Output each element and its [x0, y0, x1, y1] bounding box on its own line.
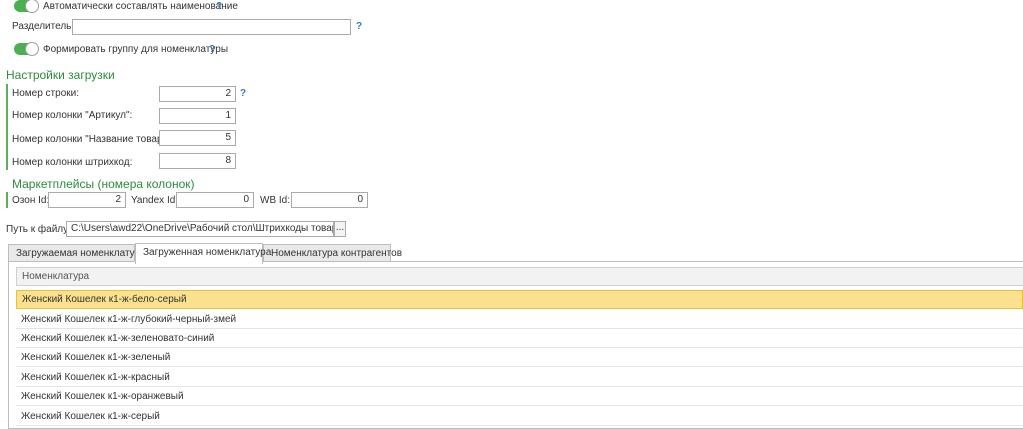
marketplaces-bar [6, 192, 8, 208]
barcode-col-input[interactable]: 8 [159, 153, 236, 169]
ozon-input[interactable]: 2 [48, 192, 126, 208]
wb-label: WB Id: [260, 195, 291, 206]
load-settings-bar [6, 84, 8, 170]
ozon-label: Озон Id: [12, 195, 50, 206]
sku-col-label: Номер колонки "Артикул": [12, 110, 133, 121]
group-toggle[interactable] [14, 42, 39, 56]
nomenclature-table: Номенклатура Женский Кошелек к1-ж-бело-с… [8, 261, 1023, 429]
row-number-input[interactable]: 2 [159, 86, 236, 102]
wb-input[interactable]: 0 [291, 192, 368, 208]
separator-label: Разделитель: [12, 21, 75, 32]
load-settings-title: Настройки загрузки [6, 68, 115, 82]
name-col-input[interactable]: 5 [159, 130, 236, 146]
name-col-label: Номер колонки "Название товара": [12, 134, 175, 145]
barcode-col-label: Номер колонки штрихкод: [12, 157, 133, 168]
group-label: Формировать группу для номенклатуры [43, 44, 229, 55]
file-path-input[interactable]: C:\Users\awd22\OneDrive\Рабочий стол\Штр… [66, 221, 334, 237]
marketplaces-title: Маркетплейсы (номера колонок) [12, 177, 195, 191]
column-header-nomenclature[interactable]: Номенклатура [16, 267, 1023, 286]
table-row[interactable]: Женский Кошелек к1-ж-бело-серый [16, 290, 1023, 309]
separator-help-icon[interactable]: ? [356, 21, 362, 33]
table-row[interactable]: Женский Кошелек к1-ж-зеленый [16, 348, 1023, 367]
auto-name-toggle[interactable] [14, 0, 39, 13]
separator-input[interactable] [72, 19, 351, 35]
auto-name-help-icon[interactable]: ? [216, 1, 222, 13]
table-row[interactable]: Женский Кошелек к1-ж-оранжевый [16, 387, 1023, 406]
table-row[interactable]: Женский Кошелек к1-ж-серый [16, 407, 1023, 426]
sku-col-input[interactable]: 1 [159, 108, 236, 124]
auto-name-label: Автоматически составлять наименование [43, 1, 238, 12]
row-number-help-icon[interactable]: ? [240, 88, 246, 100]
file-path-label: Путь к файлу: [6, 224, 71, 235]
row-number-label: Номер строки: [12, 88, 80, 99]
browse-button[interactable]: ... [334, 221, 346, 237]
table-row[interactable]: Женский Кошелек к1-ж-красный [16, 368, 1023, 387]
yandex-label: Yandex Id: [131, 195, 179, 206]
tab-loaded[interactable]: Загруженная номенклатура [135, 243, 271, 264]
table-row[interactable]: Женский Кошелек к1-ж-глубокий-черный-зме… [16, 310, 1023, 329]
yandex-input[interactable]: 0 [176, 192, 254, 208]
table-row[interactable]: Женский Кошелек к1-ж-зеленовато-синий [16, 329, 1023, 348]
group-help-icon[interactable]: ? [209, 44, 215, 56]
